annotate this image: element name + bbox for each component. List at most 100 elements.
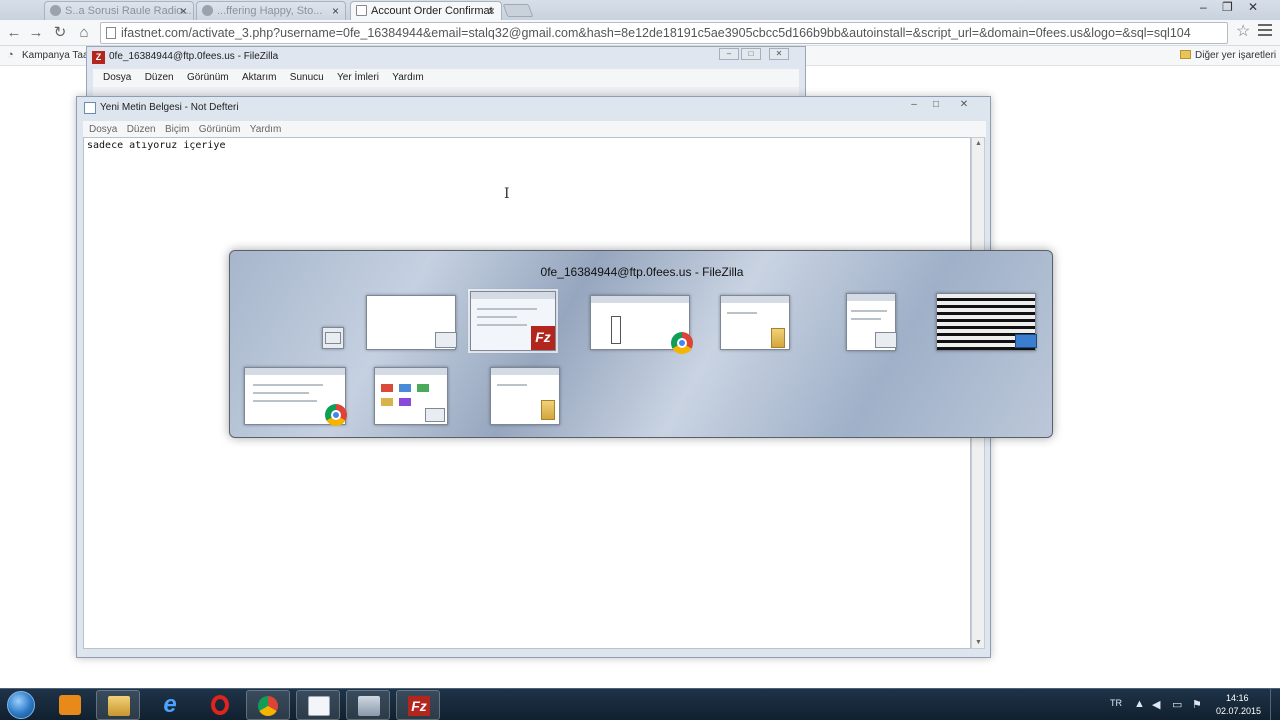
thumbnail-titlebar	[721, 296, 789, 303]
notepad-icon	[84, 102, 96, 114]
page-icon	[356, 5, 367, 16]
scroll-down-icon[interactable]: ▼	[975, 639, 982, 646]
action-center-flag-icon[interactable]: ⚑	[1192, 698, 1202, 711]
menu-aktarim[interactable]: Aktarım	[242, 72, 276, 83]
switcher-item-explorer-2[interactable]	[490, 367, 560, 425]
thumbnail-line	[497, 384, 527, 386]
network-tray-icon[interactable]: ▭	[1172, 698, 1182, 711]
switcher-item-blank-window[interactable]	[366, 295, 457, 350]
show-desktop-button[interactable]	[1270, 689, 1280, 720]
menu-sunucu[interactable]: Sunucu	[290, 72, 324, 83]
thumbnail-line	[253, 400, 317, 402]
desktop-icon	[325, 332, 341, 344]
switcher-item-camstudio[interactable]	[846, 293, 897, 351]
close-icon[interactable]: ✕	[953, 98, 975, 112]
menu-yer-imleri[interactable]: Yer İmleri	[337, 72, 379, 83]
filezilla-titlebar[interactable]: Z 0fe_16384944@ftp.0fees.us - FileZilla …	[87, 47, 805, 67]
minimize-icon[interactable]: –	[1200, 0, 1207, 14]
notepad-menubar: Dosya Düzen Biçim Görünüm Yardım	[83, 121, 986, 137]
taskbar-internet-explorer[interactable]: e	[148, 690, 192, 720]
filezilla-icon: Z	[92, 51, 105, 64]
back-arrow-icon[interactable]: ←	[4, 23, 24, 43]
menu-yardim[interactable]: Yardım	[392, 72, 424, 83]
switcher-item-desktop[interactable]	[322, 327, 344, 349]
thumbnail-line	[477, 308, 537, 310]
thumbnail-shape	[381, 398, 393, 406]
menu-bicim[interactable]: Biçim	[165, 124, 189, 135]
filezilla-icon: Fz	[408, 696, 430, 716]
generic-app-icon	[425, 408, 445, 422]
address-bar[interactable]: ifastnet.com/activate_3.php?username=0fe…	[100, 22, 1228, 44]
network-icon	[358, 696, 380, 716]
taskbar-opera[interactable]	[198, 690, 242, 720]
thumbnail-line	[851, 310, 887, 312]
chrome-icon	[671, 332, 693, 354]
bookmark-favicon-icon: ◔	[7, 49, 14, 61]
chrome-icon	[325, 404, 347, 426]
switcher-item-control-panel[interactable]	[374, 367, 448, 425]
maximize-icon[interactable]: □	[741, 48, 761, 60]
taskbar-notepad[interactable]	[296, 690, 340, 720]
tab-account-order[interactable]: Account Order Confirmat ×	[350, 1, 502, 20]
restore-icon[interactable]: ❐	[1222, 0, 1233, 14]
taskbar-explorer[interactable]	[96, 690, 140, 720]
clock-date[interactable]: 02.07.2015	[1216, 706, 1261, 716]
site-favicon-icon	[202, 5, 213, 16]
thumbnail-titlebar	[591, 296, 689, 303]
thumbnail-titlebar	[847, 294, 895, 301]
window-title: Yeni Metin Belgesi - Not Defteri	[100, 102, 239, 113]
taskbar-chrome[interactable]	[246, 690, 290, 720]
home-icon[interactable]: ⌂	[74, 23, 94, 43]
switcher-item-filezilla[interactable]: Fz	[468, 289, 558, 353]
thumbnail-titlebar	[245, 368, 345, 375]
filezilla-menubar: Dosya Düzen Görünüm Aktarım Sunucu Yer İ…	[93, 69, 799, 87]
switcher-item-chrome[interactable]	[590, 295, 693, 354]
close-window-icon[interactable]: ✕	[1248, 0, 1258, 14]
taskbar-media-player[interactable]	[48, 690, 92, 720]
reload-icon[interactable]: ↻	[50, 23, 70, 43]
menu-dosya[interactable]: Dosya	[89, 124, 117, 135]
minimize-icon[interactable]: –	[719, 48, 739, 60]
text-cursor-icon: I	[504, 186, 510, 202]
language-indicator[interactable]: TR	[1110, 698, 1122, 708]
menu-gorunum[interactable]: Görünüm	[187, 72, 229, 83]
notepad-titlebar[interactable]: Yeni Metin Belgesi - Not Defteri – □ ✕	[77, 97, 990, 119]
menu-duzen[interactable]: Düzen	[127, 124, 156, 135]
minimize-icon[interactable]: –	[903, 98, 925, 112]
switcher-item-explorer[interactable]	[720, 295, 790, 350]
scroll-up-icon[interactable]: ▲	[975, 140, 982, 147]
star-icon[interactable]: ☆	[1236, 21, 1250, 41]
close-icon[interactable]: ×	[332, 4, 339, 18]
forward-arrow-icon[interactable]: →	[26, 23, 46, 43]
menu-duzen[interactable]: Düzen	[145, 72, 174, 83]
start-button[interactable]	[7, 691, 35, 719]
opera-icon	[211, 695, 229, 715]
thumbnail-line	[727, 312, 757, 314]
tray-expand-icon[interactable]: ▲	[1134, 698, 1145, 710]
menu-yardim[interactable]: Yardım	[250, 124, 282, 135]
other-bookmarks[interactable]: Diğer yer işaretleri	[1195, 50, 1276, 61]
taskbar-filezilla[interactable]: Fz	[396, 690, 440, 720]
close-icon[interactable]: ✕	[769, 48, 789, 60]
window-switcher: 0fe_16384944@ftp.0fees.us - FileZilla Fz	[229, 250, 1053, 438]
maximize-icon[interactable]: □	[925, 98, 947, 112]
close-icon[interactable]: ×	[180, 4, 187, 18]
taskbar-network[interactable]	[346, 690, 390, 720]
close-icon[interactable]: ×	[488, 4, 495, 18]
volume-icon[interactable]: ◀	[1152, 698, 1160, 711]
switcher-item-chrome-2[interactable]	[244, 367, 347, 426]
new-tab-button[interactable]	[502, 4, 534, 17]
menu-dosya[interactable]: Dosya	[103, 72, 131, 83]
switcher-title: 0fe_16384944@ftp.0fees.us - FileZilla	[540, 265, 744, 279]
thumbnail-titlebar	[471, 292, 555, 299]
generic-app-icon	[435, 332, 457, 348]
tab-background-1[interactable]: S..a Sorusi Raule Radio... ×	[44, 1, 194, 20]
notepad-content: sadece atıyoruz içeriye	[87, 140, 226, 151]
menu-gorunum[interactable]: Görünüm	[199, 124, 241, 135]
tab-background-2[interactable]: ...ffering Happy, Sto... ×	[196, 1, 346, 20]
hamburger-menu-icon[interactable]	[1258, 24, 1272, 39]
switcher-item-media[interactable]	[936, 293, 1037, 351]
tab-label: ...ffering Happy, Sto...	[217, 5, 323, 17]
clock-time[interactable]: 14:16	[1226, 693, 1249, 703]
taskbar: e Fz TR ▲ ◀ ▭ ⚑ 14:16 02.07.2015	[0, 688, 1280, 720]
